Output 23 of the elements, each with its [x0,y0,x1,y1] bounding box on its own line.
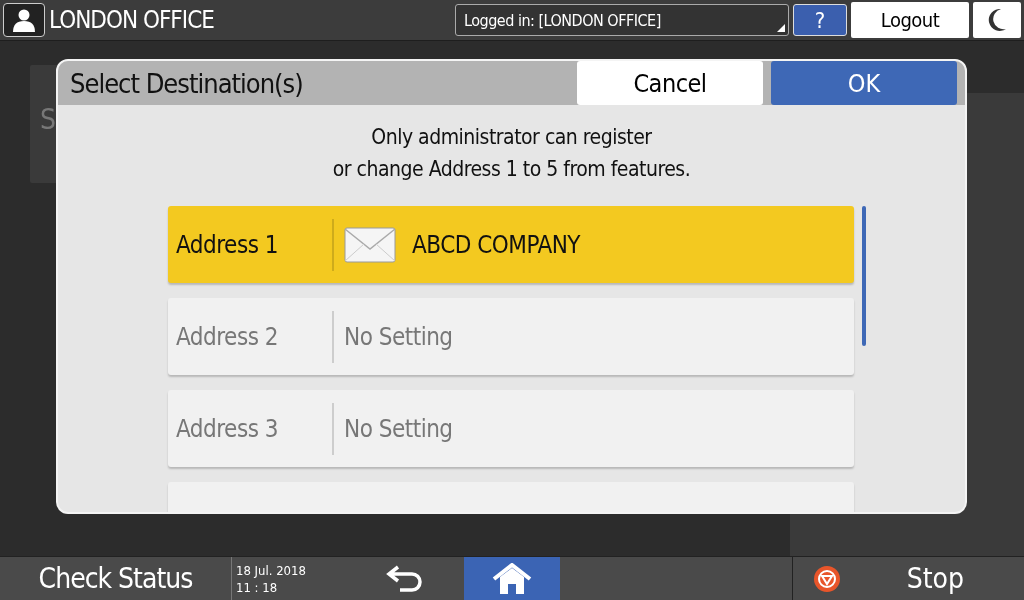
user-button[interactable] [3,3,45,37]
stop-icon [813,564,841,593]
moon-icon [987,8,1007,32]
address-row[interactable]: Address 2 No Setting [168,298,854,375]
energy-saver-button[interactable] [973,2,1021,38]
time-text: 11 : 18 [236,578,279,596]
home-icon [492,562,532,595]
cancel-button[interactable]: Cancel [577,61,763,105]
address-row[interactable]: Address 1 ABCD COMPANY [168,206,854,283]
address-row[interactable]: Address 3 No Setting [168,390,854,467]
home-button[interactable] [464,557,560,600]
back-arrow-icon [386,564,424,593]
user-icon [12,8,36,32]
envelope-icon [344,226,396,263]
check-status-button[interactable]: Check Status [0,557,232,600]
help-button[interactable]: ? [793,4,847,36]
logout-button[interactable]: Logout [851,2,969,38]
date-text: 18 Jul. 2018 [236,561,307,579]
info-message: Only administrator can register or change Address 1 to 5 from features. [331,124,692,183]
ok-button[interactable]: OK [771,61,957,105]
dropdown-corner-icon [777,24,785,32]
device-name: LONDON OFFICE [49,6,215,34]
login-status[interactable]: Logged in: [LONDON OFFICE] [455,4,789,36]
